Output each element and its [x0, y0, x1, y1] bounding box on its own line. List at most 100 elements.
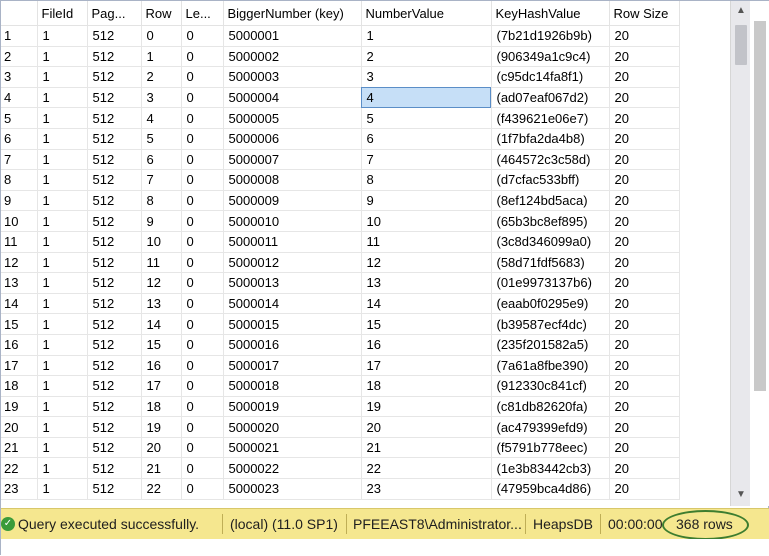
grid-cell[interactable]: 5000019	[223, 396, 362, 418]
row-number-cell[interactable]: 21	[1, 437, 38, 459]
grid-cell[interactable]: 20	[609, 66, 680, 88]
grid-cell[interactable]: 1	[37, 128, 88, 150]
chevron-up-icon[interactable]: ▲	[731, 1, 751, 21]
grid-cell[interactable]: 18	[141, 396, 182, 418]
grid-cell[interactable]: 5000023	[223, 478, 362, 500]
grid-cell[interactable]: (464572c3c58d)	[491, 149, 610, 171]
grid-cell[interactable]: 20	[609, 313, 680, 335]
grid-cell[interactable]: 1	[37, 355, 88, 377]
grid-cell[interactable]: 13	[361, 272, 492, 294]
grid-cell[interactable]: 2	[141, 66, 182, 88]
grid-cell[interactable]: (d7cfac533bff)	[491, 169, 610, 191]
row-number-cell[interactable]: 22	[1, 457, 38, 480]
grid-cell[interactable]: 20	[609, 128, 680, 150]
row-number-cell[interactable]: 20	[1, 416, 38, 438]
grid-cell[interactable]: 5000015	[223, 313, 362, 335]
grid-cell[interactable]: 1	[37, 252, 88, 274]
table-row[interactable]: 9 1 512 8 0 5000009 9 (8ef124bd5aca) 20	[1, 190, 680, 212]
row-number-cell[interactable]: 15	[1, 313, 38, 335]
row-number-cell[interactable]: 13	[1, 272, 38, 294]
grid-cell[interactable]: 4	[141, 107, 182, 129]
grid-cell[interactable]: 0	[181, 25, 224, 47]
grid-cell[interactable]: 7	[141, 169, 182, 191]
table-row[interactable]: 8 1 512 7 0 5000008 8 (d7cfac533bff) 20	[1, 169, 680, 191]
grid-cell[interactable]: 0	[181, 210, 224, 232]
grid-cell[interactable]: 512	[87, 334, 142, 356]
grid-cell[interactable]: 16	[141, 355, 182, 377]
grid-cell[interactable]: (ac479399efd9)	[491, 416, 610, 438]
grid-cell[interactable]: 5000004	[223, 87, 362, 109]
grid-cell[interactable]: 9	[361, 190, 492, 212]
grid-cell[interactable]: 10	[141, 231, 182, 253]
grid-cell[interactable]: 0	[181, 396, 224, 418]
grid-cell[interactable]: 0	[181, 252, 224, 274]
grid-cell[interactable]: 0	[181, 478, 224, 500]
grid-cell[interactable]: 1	[37, 293, 88, 315]
grid-cell[interactable]: 0	[181, 46, 224, 68]
grid-cell[interactable]: 12	[361, 252, 492, 274]
grid-cell[interactable]: 512	[87, 313, 142, 335]
grid-cell[interactable]: 0	[181, 107, 224, 129]
grid-cell[interactable]: 21	[141, 457, 182, 480]
table-row[interactable]: 2 1 512 1 0 5000002 2 (906349a1c9c4) 20	[1, 46, 680, 68]
table-row[interactable]: 19 1 512 18 0 5000019 19 (c81db82620fa) 20	[1, 396, 680, 418]
table-row[interactable]: 14 1 512 13 0 5000014 14 (eaab0f0295e9) 20	[1, 293, 680, 315]
grid-cell[interactable]: 8	[361, 169, 492, 191]
grid-cell[interactable]: (7b21d1926b9b)	[491, 25, 610, 47]
grid-cell[interactable]: 5000009	[223, 190, 362, 212]
table-row[interactable]: 11 1 512 10 0 5000011 11 (3c8d346099a0) 20	[1, 231, 680, 253]
grid-cell[interactable]: 20	[609, 107, 680, 129]
row-number-cell[interactable]: 8	[1, 169, 38, 191]
table-row[interactable]: 15 1 512 14 0 5000015 15 (b39587ecf4dc) 20	[1, 313, 680, 335]
grid-cell[interactable]: 22	[361, 457, 492, 480]
grid-cell[interactable]: (7a61a8fbe390)	[491, 355, 610, 377]
column-header[interactable]: Le...	[181, 1, 224, 26]
grid-cell[interactable]: 1	[37, 190, 88, 212]
grid-cell[interactable]: 512	[87, 25, 142, 47]
grid-cell[interactable]: 20	[609, 210, 680, 232]
grid-cell[interactable]: 14	[361, 293, 492, 315]
table-row[interactable]: 7 1 512 6 0 5000007 7 (464572c3c58d) 20	[1, 149, 680, 171]
grid-cell[interactable]: 20	[609, 437, 680, 459]
row-number-cell[interactable]: 16	[1, 334, 38, 356]
grid-cell[interactable]: (906349a1c9c4)	[491, 46, 610, 68]
grid-cell[interactable]: (c81db82620fa)	[491, 396, 610, 418]
results-grid[interactable]: FileId Pag... Row Le... BiggerNumber (key) Nu…	[1, 1, 680, 500]
grid-cell[interactable]: 12	[141, 272, 182, 294]
grid-cell[interactable]: 0	[181, 190, 224, 212]
grid-cell[interactable]: 0	[181, 375, 224, 397]
row-number-cell[interactable]: 18	[1, 375, 38, 397]
grid-cell[interactable]: 5000005	[223, 107, 362, 129]
grid-cell[interactable]: 1	[37, 478, 88, 500]
grid-cell[interactable]: 512	[87, 128, 142, 150]
grid-cell[interactable]: 0	[181, 66, 224, 88]
grid-cell[interactable]: 20	[609, 396, 680, 418]
grid-cell[interactable]: 5000002	[223, 46, 362, 68]
grid-cell[interactable]: 512	[87, 149, 142, 171]
grid-cell[interactable]: 5	[361, 107, 492, 129]
column-header[interactable]: Pag...	[87, 1, 142, 26]
table-row[interactable]: 16 1 512 15 0 5000016 16 (235f201582a5) 20	[1, 334, 680, 356]
grid-cell[interactable]: 20	[609, 25, 680, 47]
grid-cell[interactable]: 20	[609, 457, 680, 480]
grid-cell[interactable]: 2	[361, 46, 492, 68]
grid-cell[interactable]: (f5791b778eec)	[491, 437, 610, 459]
grid-cell[interactable]: 17	[141, 375, 182, 397]
grid-cell[interactable]: 11	[361, 231, 492, 253]
column-header[interactable]: Row	[141, 1, 182, 26]
grid-cell[interactable]: 0	[181, 231, 224, 253]
grid-cell[interactable]: 5	[141, 128, 182, 150]
grid-cell[interactable]: 5000018	[223, 375, 362, 397]
grid-cell[interactable]: 3	[141, 87, 182, 109]
grid-cell[interactable]: 0	[181, 416, 224, 438]
grid-cell[interactable]: 20	[609, 334, 680, 356]
column-header[interactable]: KeyHashValue	[491, 1, 610, 26]
grid-cell[interactable]: 20	[609, 252, 680, 274]
row-number-cell[interactable]: 3	[1, 66, 38, 88]
grid-cell[interactable]: 512	[87, 190, 142, 212]
grid-cell[interactable]: 20	[609, 416, 680, 438]
row-number-cell[interactable]: 10	[1, 210, 38, 232]
grid-cell[interactable]: 19	[141, 416, 182, 438]
grid-cell[interactable]: 11	[141, 252, 182, 274]
row-number-cell[interactable]: 6	[1, 128, 38, 150]
